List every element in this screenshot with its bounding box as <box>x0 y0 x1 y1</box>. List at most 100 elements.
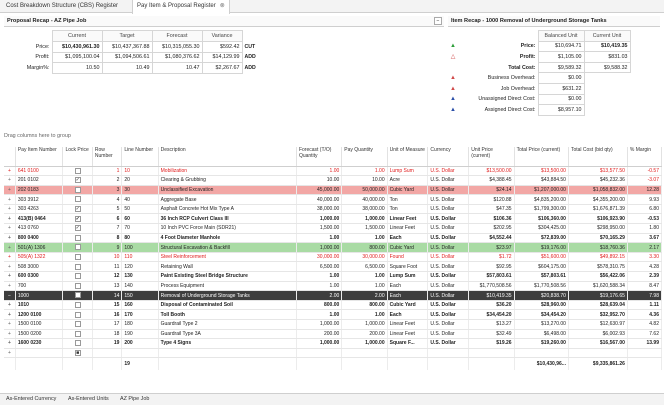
expand-toggle[interactable]: + <box>4 185 16 196</box>
table-row[interactable]: +641 0100 1 10 Mobilization 1.00 1.00 Lump Sum… <box>4 166 663 177</box>
expand-toggle[interactable]: + <box>4 204 16 215</box>
status-currency[interactable]: As-Entered Currency <box>6 396 56 402</box>
lock-checkbox-icon[interactable] <box>74 186 81 193</box>
table-row[interactable]: +202 0183 3 30 Unclassified Excavation 45,00… <box>4 185 663 196</box>
grid-header[interactable]: Unit of Measure <box>387 147 429 167</box>
tab-close-icon[interactable]: ⊗ <box>220 3 225 9</box>
lock-price-checkbox[interactable] <box>62 166 93 177</box>
table-row[interactable]: −1000 14 150 Removal of Underground Storage… <box>4 290 663 301</box>
expand-toggle[interactable]: − <box>4 290 16 301</box>
grid-header[interactable]: Pay Quantity <box>341 147 388 167</box>
lock-price-checkbox[interactable] <box>62 281 93 292</box>
table-row[interactable]: +413 0760 ✓ 7 70 10 Inch PVC Force Main (SDR… <box>4 223 663 234</box>
lock-checkbox-icon[interactable] <box>74 321 81 328</box>
expand-toggle[interactable]: + <box>4 194 16 205</box>
lock-price-checkbox[interactable] <box>62 290 93 301</box>
expand-toggle[interactable]: + <box>4 338 16 349</box>
recap-action-add[interactable]: ADD <box>242 52 266 63</box>
lock-checkbox-icon[interactable] <box>74 273 81 280</box>
table-row[interactable]: +201 0102 ✓ 2 20 Clearing & Grubbing 10.00 10.… <box>4 175 663 186</box>
table-row[interactable]: +1200 0100 16 170 Toll Booth 1.00 1.00 Each U.S… <box>4 309 663 320</box>
lock-checkbox-icon[interactable] <box>74 244 81 251</box>
grid-header[interactable]: Row Number <box>92 147 123 167</box>
expand-toggle[interactable]: + <box>4 319 16 330</box>
table-row[interactable]: +600 0300 12 130 Paint Existing Steel Bridg… <box>4 271 663 282</box>
lock-price-checkbox[interactable]: ✓ <box>62 175 93 186</box>
lock-checkbox-icon[interactable] <box>74 340 81 347</box>
lock-checkbox-icon[interactable] <box>74 253 81 260</box>
lock-checkbox-icon[interactable] <box>74 167 81 174</box>
table-row[interactable]: +501(A) 1306 9 100 Structural Excavation & … <box>4 242 663 253</box>
lock-checkbox-icon[interactable]: ✓ <box>74 206 81 212</box>
table-row[interactable]: +1600 0230 19 200 Type 4 Signs 1,000.00 1,000… <box>4 338 663 349</box>
status-job[interactable]: AZ Pipe Job <box>120 396 149 402</box>
lock-price-checkbox[interactable]: ✓ <box>62 213 93 225</box>
expand-toggle[interactable]: + <box>4 271 16 282</box>
table-row[interactable]: +303 3912 4 40 Aggregate Base 40,000.00 40,00… <box>4 194 663 205</box>
lock-checkbox-icon[interactable] <box>74 234 81 241</box>
expand-toggle[interactable]: + <box>4 213 16 225</box>
lock-price-checkbox[interactable] <box>62 252 93 263</box>
lock-price-checkbox[interactable]: ✓ <box>62 204 93 215</box>
tab-cbs-register[interactable]: Cost Breakdown Structure (CBS) Register <box>2 0 122 13</box>
table-row[interactable]: +700 13 140 Process Equipment 1.00 1.00 Each U.… <box>4 281 663 292</box>
grid-header[interactable]: Pay Item Number <box>15 147 64 167</box>
grid-header[interactable]: Description <box>158 147 297 167</box>
group-by-drop-zone[interactable]: Drag columns here to group <box>4 133 71 139</box>
table-row[interactable]: +1010 15 160 Disposal of Contaminated Soil 8… <box>4 300 663 311</box>
lock-checkbox-icon[interactable] <box>74 330 81 337</box>
expand-toggle[interactable]: + <box>4 261 16 273</box>
lock-price-checkbox[interactable] <box>62 185 93 196</box>
status-units[interactable]: As-Entered Units <box>68 396 109 402</box>
panel-close-icon[interactable]: − <box>434 17 442 25</box>
grid-header[interactable]: Unit Price (current) <box>468 147 515 167</box>
table-row[interactable]: +505(A) 1322 10 110 Steel Reinforcement 30,0… <box>4 252 663 263</box>
tab-pay-item-register[interactable]: Pay Item & Proposal Register ⊗ <box>132 0 230 14</box>
lock-checkbox-icon[interactable] <box>74 301 81 308</box>
lock-checkbox-icon[interactable] <box>74 282 81 289</box>
expand-toggle[interactable]: + <box>4 348 16 359</box>
lock-price-checkbox[interactable] <box>62 194 93 205</box>
grid-header[interactable]: Total Price (current) <box>514 147 569 167</box>
grid-header[interactable]: Currency <box>427 147 470 167</box>
grid-header[interactable]: Forecast (T/O) Quantity <box>296 147 343 167</box>
grid-header[interactable]: Line Number <box>121 147 159 167</box>
recap-action-add[interactable]: ADD <box>242 63 266 74</box>
table-row[interactable]: +800 0400 8 80 4 Foot Diameter Manhole 1.00 1… <box>4 233 663 244</box>
grid-header[interactable]: % Margin <box>627 147 663 167</box>
lock-price-checkbox[interactable] <box>62 319 93 330</box>
lock-checkbox-icon[interactable] <box>74 196 81 203</box>
grid-header[interactable] <box>4 147 16 167</box>
expand-toggle[interactable]: + <box>4 281 16 292</box>
recap-action-cut[interactable]: CUT <box>242 41 266 52</box>
expand-toggle[interactable]: + <box>4 309 16 320</box>
lock-price-checkbox[interactable] <box>62 329 93 340</box>
lock-checkbox-icon[interactable]: ✓ <box>74 215 81 222</box>
lock-price-checkbox[interactable] <box>62 271 93 282</box>
lock-price-checkbox[interactable] <box>62 233 93 244</box>
lock-checkbox-icon[interactable]: ✓ <box>74 225 81 232</box>
expand-toggle[interactable]: + <box>4 223 16 234</box>
lock-checkbox-icon[interactable]: ✓ <box>74 177 81 184</box>
lock-price-checkbox[interactable] <box>62 338 93 349</box>
expand-toggle[interactable]: + <box>4 329 16 340</box>
lock-price-checkbox[interactable] <box>62 309 93 320</box>
grid-header[interactable]: Total Cost (bid qty) <box>568 147 628 167</box>
lock-price-checkbox[interactable]: ✓ <box>62 223 93 234</box>
expand-toggle[interactable]: + <box>4 166 16 177</box>
lock-price-checkbox[interactable] <box>62 242 93 253</box>
expand-toggle[interactable]: + <box>4 300 16 311</box>
expand-toggle[interactable]: + <box>4 175 16 186</box>
lock-checkbox-icon[interactable] <box>74 292 81 299</box>
table-row[interactable]: +508 3000 11 120 Retaining Wall 6,500.00 6,50… <box>4 261 663 273</box>
lock-checkbox-icon[interactable]: ■ <box>74 349 81 356</box>
table-row[interactable]: +413(B) 0464 ✓ 6 60 36 Inch RCP Culvert Clas… <box>4 213 663 225</box>
expand-toggle[interactable]: + <box>4 252 16 263</box>
lock-price-checkbox[interactable]: ■ <box>62 348 93 359</box>
lock-checkbox-icon[interactable] <box>74 263 81 270</box>
grid-header[interactable]: Lock Price <box>62 147 93 167</box>
lock-checkbox-icon[interactable] <box>74 311 81 318</box>
table-row[interactable]: +1500 0100 17 180 Guardrail Type 2 1,000.00 1… <box>4 319 663 330</box>
table-row[interactable]: + ■ <box>4 348 663 359</box>
table-row[interactable]: +303 4263 ✓ 5 50 Asphalt Concrete Hot Mix Ty… <box>4 204 663 215</box>
